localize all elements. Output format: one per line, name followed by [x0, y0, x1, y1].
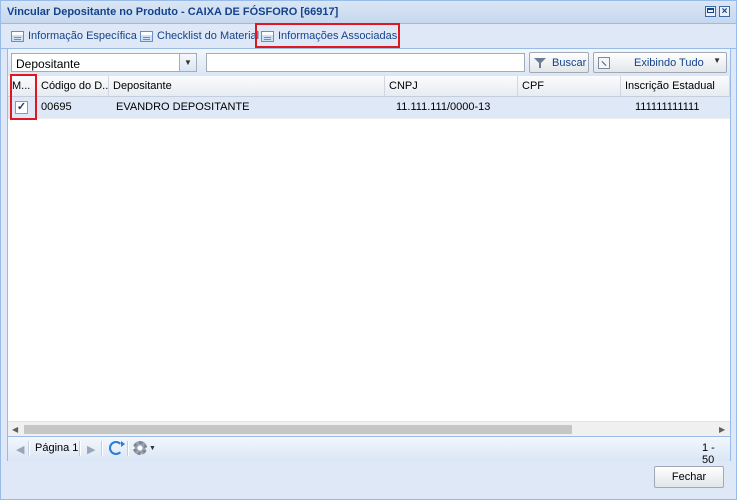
divider — [79, 441, 81, 456]
tab-informacao-especifica[interactable]: Informação Específica — [11, 27, 137, 45]
tab-label: Informação Específica — [28, 30, 137, 42]
grid-panel: Depositante ▼ Buscar Exibindo Tudo ▼ M..… — [7, 48, 731, 466]
column-header-codigo[interactable]: Código do D... — [37, 76, 109, 96]
refresh-icon[interactable] — [109, 441, 125, 455]
tab-label: Checklist do Material — [157, 30, 260, 42]
scrollbar-thumb[interactable] — [24, 425, 572, 434]
title-bar[interactable]: Vincular Depositante no Produto - CAIXA … — [1, 1, 736, 24]
cell-inscricao-estadual: 111111111111 — [635, 101, 700, 113]
cell-codigo: 00695 — [41, 101, 72, 113]
dialog-window: Vincular Depositante no Produto - CAIXA … — [0, 0, 737, 500]
column-header-inscricao-estadual[interactable]: Inscrição Estadual — [621, 76, 730, 96]
column-header-cnpj[interactable]: CNPJ — [385, 76, 518, 96]
search-toolbar: Depositante ▼ Buscar Exibindo Tudo ▼ — [8, 49, 730, 77]
divider — [28, 441, 30, 456]
divider — [101, 441, 103, 456]
chevron-down-icon[interactable]: ▼ — [149, 445, 156, 452]
page-range: 1 - 50 — [702, 442, 715, 466]
grid-header: M... Código do D... Depositante CNPJ CPF… — [8, 76, 730, 97]
chevron-down-icon[interactable]: ▼ — [179, 54, 196, 71]
maximize-icon[interactable] — [705, 6, 716, 17]
gear-icon[interactable] — [133, 441, 147, 455]
form-icon — [11, 30, 24, 42]
filter-field-combo[interactable]: Depositante ▼ — [11, 53, 197, 72]
view-mode-button[interactable]: Exibindo Tudo ▼ — [593, 52, 727, 73]
scroll-left-icon[interactable]: ◀ — [12, 425, 18, 434]
form-icon — [140, 30, 153, 42]
column-header-depositante[interactable]: Depositante — [109, 76, 385, 96]
window-title: Vincular Depositante no Produto - CAIXA … — [7, 6, 339, 18]
highlight-box-tab — [255, 23, 400, 48]
highlight-box-checkbox — [10, 74, 37, 120]
previous-page-icon[interactable]: ◀ — [16, 443, 24, 456]
page-label: Página 1 — [35, 442, 79, 454]
search-input[interactable] — [206, 53, 525, 72]
dropdown-arrow-icon: ▼ — [713, 56, 721, 65]
horizontal-scrollbar[interactable]: ◀ ▶ — [8, 421, 730, 437]
next-page-icon[interactable]: ▶ — [87, 443, 95, 456]
divider — [127, 441, 129, 456]
view-icon — [598, 56, 610, 69]
view-mode-label: Exibindo Tudo — [634, 57, 704, 69]
tab-checklist-do-material[interactable]: Checklist do Material — [140, 27, 259, 45]
filter-field-value: Depositante — [16, 57, 81, 71]
search-button-label: Buscar — [552, 56, 587, 69]
cell-depositante: EVANDRO DEPOSITANTE — [116, 101, 250, 113]
scroll-right-icon[interactable]: ▶ — [719, 425, 725, 434]
close-icon[interactable]: × — [719, 6, 730, 17]
cell-cnpj: 11.111.111/0000-13 — [396, 101, 491, 113]
paging-toolbar: ◀ Página 1 ▶ ▼ 1 - 50 — [8, 436, 730, 466]
table-row[interactable]: ✓ 00695 EVANDRO DEPOSITANTE 11.111.111/0… — [8, 97, 730, 119]
filter-icon — [534, 57, 547, 69]
column-header-cpf[interactable]: CPF — [518, 76, 621, 96]
search-button[interactable]: Buscar — [529, 52, 589, 73]
close-button[interactable]: Fechar — [654, 466, 724, 488]
